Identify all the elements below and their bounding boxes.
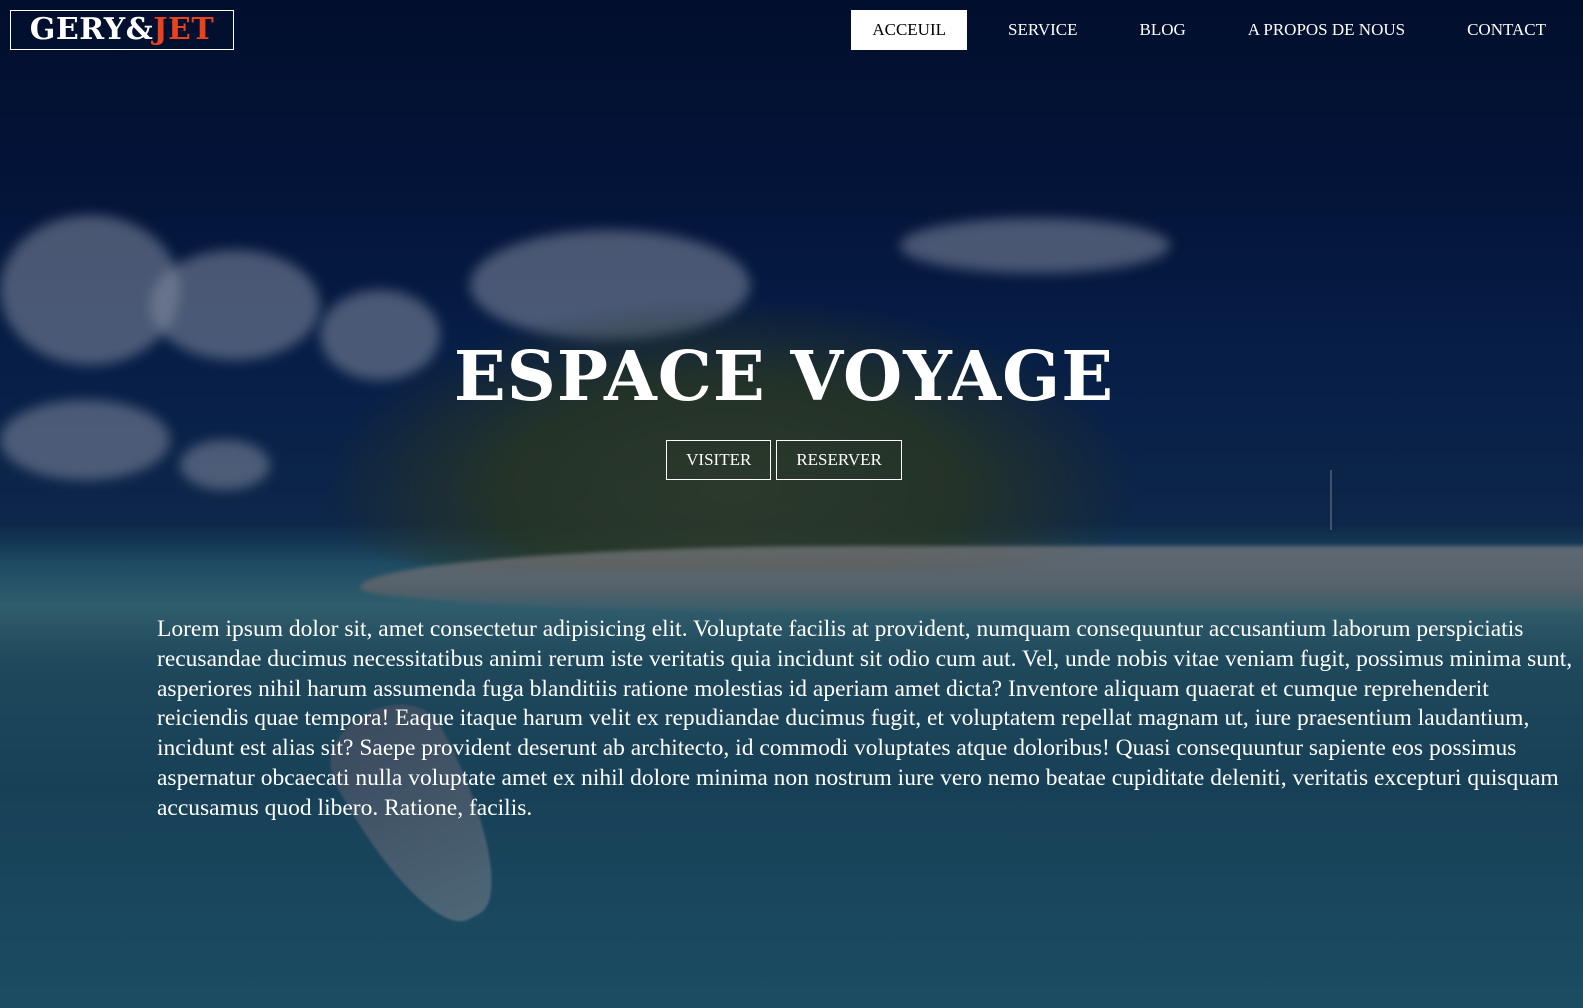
nav-item-service[interactable]: SERVICE	[987, 10, 1098, 50]
logo-text-main: GERY&	[29, 12, 154, 47]
nav-item-about[interactable]: A PROPOS DE NOUS	[1227, 10, 1426, 50]
hero-button-group: VISITER RESERVER	[0, 440, 1568, 480]
nav-item-contact[interactable]: CONTACT	[1446, 10, 1567, 50]
site-logo[interactable]: GERY& JET	[10, 10, 234, 50]
hero-title: ESPACE VOYAGE	[453, 337, 1115, 417]
reserve-button[interactable]: RESERVER	[776, 440, 902, 480]
nav-item-accueil[interactable]: ACCEUIL	[851, 10, 968, 50]
visit-button[interactable]: VISITER	[666, 440, 772, 480]
hero-page: GERY& JET ACCEUIL SERVICE BLOG A PROPOS D…	[0, 0, 1583, 1008]
main-nav: ACCEUIL SERVICE BLOG A PROPOS DE NOUS CO…	[831, 10, 1567, 50]
logo-text-accent: JET	[153, 12, 215, 47]
nav-item-blog[interactable]: BLOG	[1119, 10, 1207, 50]
dark-overlay	[0, 0, 1583, 1008]
hero-description: Lorem ipsum dolor sit, amet consectetur …	[157, 616, 1573, 821]
